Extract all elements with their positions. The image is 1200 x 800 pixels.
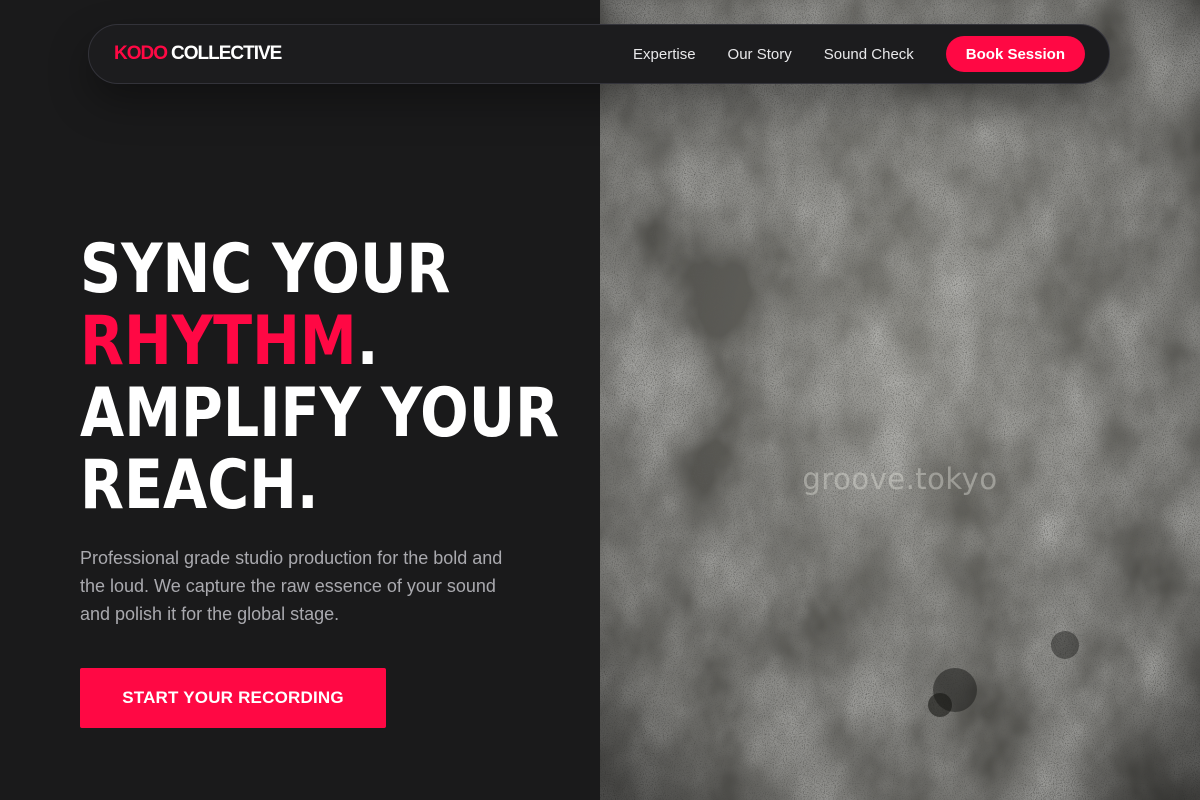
navbar: KODO COLLECTIVE Expertise Our Story Soun… — [88, 24, 1110, 84]
nav-link-expertise[interactable]: Expertise — [633, 46, 696, 63]
concrete-texture — [600, 0, 1200, 800]
brand-logo[interactable]: KODO COLLECTIVE — [114, 43, 282, 65]
headline-accent-word: RHYTHM — [80, 302, 357, 381]
watermark-text: groove.tokyo — [802, 462, 998, 496]
hero-subtext: Professional grade studio production for… — [80, 548, 503, 624]
nav-link-our-story[interactable]: Our Story — [728, 46, 792, 63]
hero-image: groove.tokyo — [600, 0, 1200, 800]
logo-rest-word: COLLECTIVE — [171, 43, 282, 64]
hero-headline: SYNC YOUR RHYTHM. AMPLIFY YOUR REACH. — [80, 234, 559, 522]
nav-links: Expertise Our Story Sound Check Book Ses… — [633, 36, 1085, 72]
logo-accent-word: KODO — [114, 43, 168, 64]
headline-line-4: REACH. — [80, 446, 319, 525]
headline-period: . — [356, 302, 379, 381]
book-session-button[interactable]: Book Session — [945, 36, 1085, 72]
start-recording-button[interactable]: START YOUR RECORDING — [80, 668, 386, 728]
nav-link-sound-check[interactable]: Sound Check — [824, 46, 914, 63]
landing-page: groove.tokyo KODO COLLECTIVE Expertise O… — [0, 0, 1200, 800]
headline-line-3: AMPLIFY YOUR — [80, 374, 560, 453]
headline-line-2: RHYTHM. — [80, 306, 559, 378]
headline-line-1: SYNC YOUR — [80, 230, 451, 309]
